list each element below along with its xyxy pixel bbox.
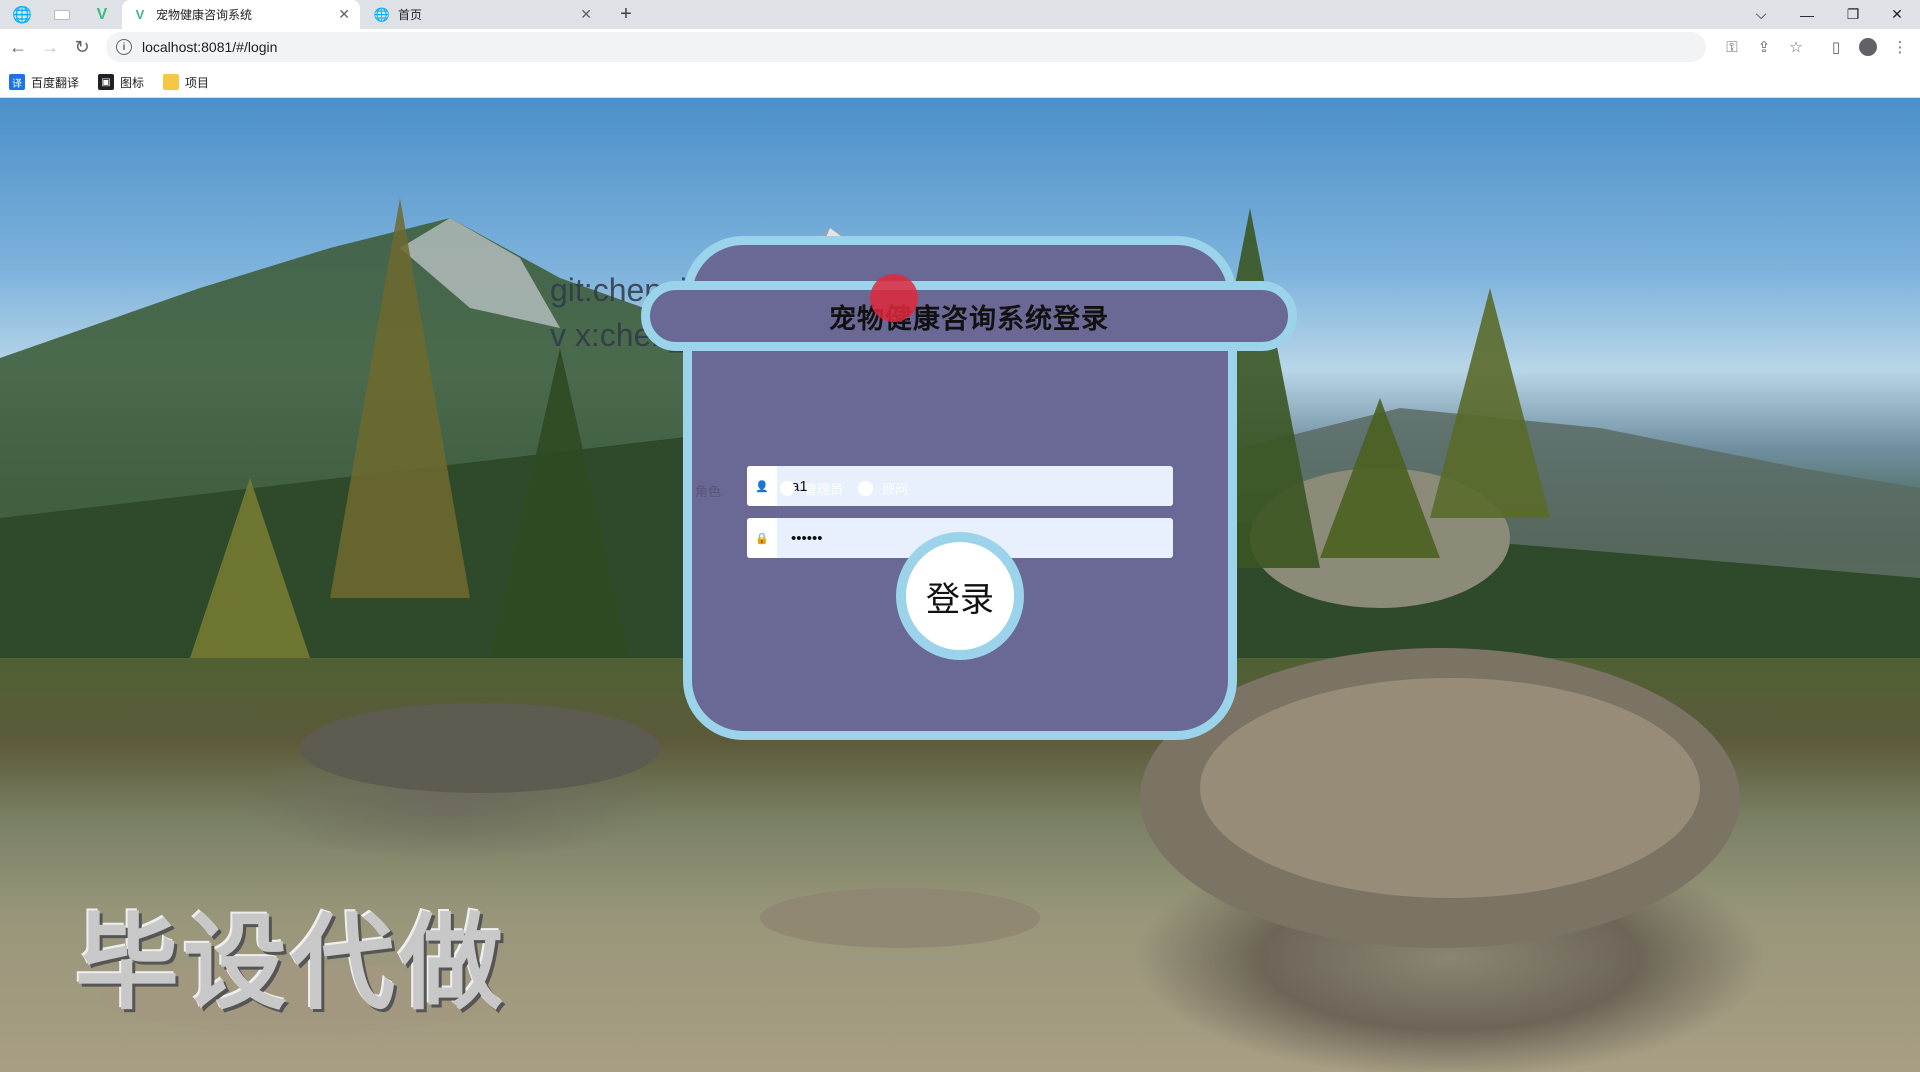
- vue-icon: V: [135, 7, 145, 22]
- tab-home[interactable]: 🌐 首页 ✕: [364, 0, 602, 29]
- login-button[interactable]: 登录: [896, 532, 1024, 660]
- lock-icon: 🔒: [747, 518, 777, 558]
- back-icon[interactable]: ←: [4, 33, 32, 61]
- folder-icon: [163, 74, 179, 90]
- new-tab-button[interactable]: +: [614, 0, 638, 29]
- cursor-indicator: [870, 274, 918, 322]
- translate-icon: 译: [9, 74, 25, 90]
- reload-icon[interactable]: ↻: [68, 33, 96, 61]
- login-title-bar: 宠物健康咨询系统登录: [641, 281, 1297, 351]
- side-panel-icon[interactable]: ▯: [1822, 33, 1850, 61]
- star-icon[interactable]: ☆: [1782, 33, 1810, 61]
- pinned-tab-icon[interactable]: [42, 0, 82, 29]
- login-button-label: 登录: [926, 580, 994, 619]
- bookmark-icons[interactable]: ▣ 图标: [98, 72, 144, 92]
- bookmark-label: 百度翻译: [31, 75, 80, 90]
- user-icon: 👤: [747, 466, 777, 506]
- close-icon[interactable]: ✕: [580, 6, 592, 23]
- promo-watermark-text: 毕设代做: [75, 906, 508, 1022]
- radio-circle[interactable]: [858, 481, 873, 496]
- radio-label: 顾问: [882, 482, 909, 497]
- role-label: 角色: [695, 484, 722, 499]
- menu-icon[interactable]: ⋮: [1886, 33, 1914, 61]
- bookmark-label: 图标: [120, 75, 145, 90]
- share-icon[interactable]: ⇪: [1750, 33, 1778, 61]
- close-icon[interactable]: ✕: [338, 6, 350, 23]
- role-radio-admin[interactable]: 管理员: [780, 479, 843, 498]
- key-icon[interactable]: ⚿: [1718, 33, 1746, 61]
- tab-bar: 🌐 V V 宠物健康咨询系统 ✕ 🌐 首页 ✕ + ⌵ — ❐ ✕: [0, 0, 1920, 29]
- close-window-icon[interactable]: ✕: [1874, 0, 1920, 29]
- vue-icon[interactable]: V: [82, 0, 122, 29]
- radio-label: 管理员: [804, 482, 844, 497]
- bookmark-baidu-translate[interactable]: 译 百度翻译: [9, 72, 79, 92]
- bookmark-label: 项目: [185, 75, 210, 90]
- role-radio-consultant[interactable]: 顾问: [858, 479, 908, 498]
- image-icon: ▣: [98, 74, 114, 90]
- bookmark-project[interactable]: 项目: [163, 72, 209, 92]
- bookmarks-bar: 译 百度翻译 ▣ 图标 项目: [0, 66, 1920, 98]
- minimize-icon[interactable]: —: [1784, 0, 1830, 29]
- profile-icon[interactable]: [1854, 33, 1882, 61]
- radio-circle[interactable]: [780, 481, 795, 496]
- forward-icon[interactable]: →: [36, 33, 64, 61]
- tab-search-icon[interactable]: ⌵: [1738, 0, 1784, 29]
- address-bar[interactable]: i localhost:8081/#/login: [106, 32, 1706, 62]
- tab-title: 首页: [398, 8, 423, 22]
- restore-icon[interactable]: ❐: [1830, 0, 1876, 29]
- browser-toolbar: ← → ↻ i localhost:8081/#/login ⚿ ⇪ ☆ ▯ ⋮: [0, 29, 1920, 66]
- url-text: localhost:8081/#/login: [142, 39, 278, 55]
- tab-title: 宠物健康咨询系统: [156, 8, 253, 22]
- tab-pet-health[interactable]: V 宠物健康咨询系统 ✕: [122, 0, 360, 29]
- password-value: ••••••: [791, 529, 823, 547]
- site-info-icon[interactable]: i: [116, 39, 132, 55]
- globe-icon[interactable]: 🌐: [2, 0, 42, 29]
- globe-icon: 🌐: [373, 6, 391, 22]
